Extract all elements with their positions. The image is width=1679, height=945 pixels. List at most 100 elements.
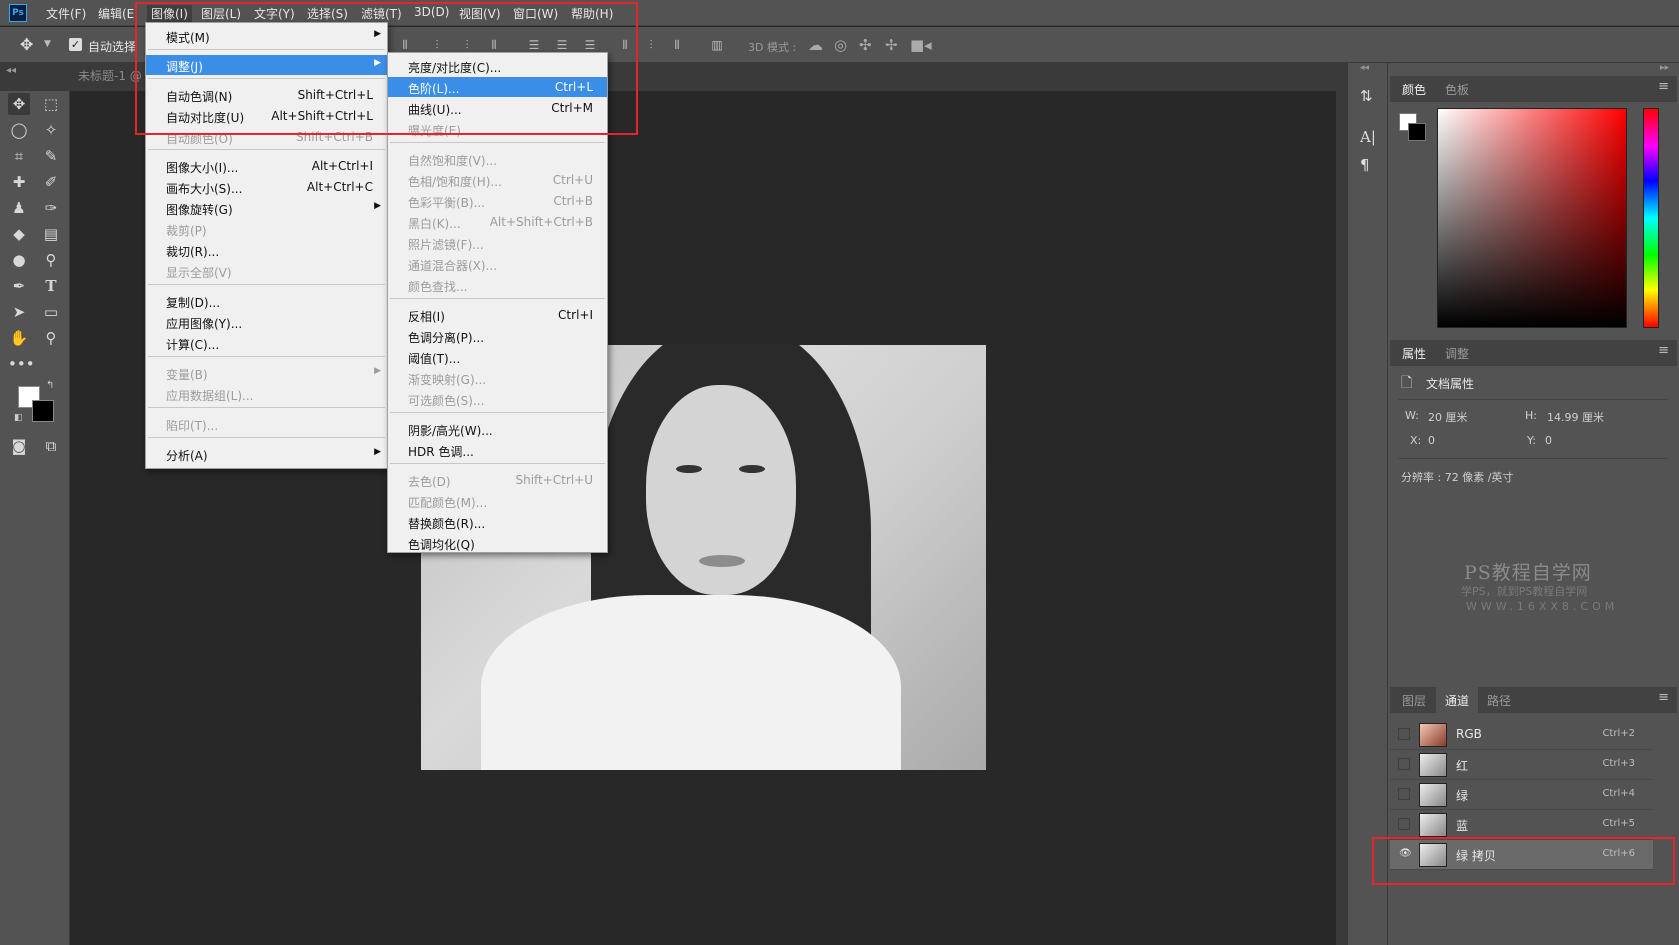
y-label: Y: — [1527, 434, 1536, 447]
history-brush-icon[interactable]: ✑ — [40, 197, 62, 219]
document-icon: 🗋 — [1401, 375, 1413, 391]
camera-3d-icon[interactable]: ■◂ — [910, 36, 932, 54]
more-tools-icon[interactable]: ••• — [8, 353, 35, 375]
height-value[interactable]: 14.99 厘米 — [1547, 409, 1604, 425]
swap-colors-icon[interactable]: ↰ — [46, 380, 54, 391]
channel-row-green[interactable]: 绿 Ctrl+4 — [1390, 780, 1653, 810]
menu-item-calculations[interactable]: 计算(C)... — [146, 333, 387, 353]
eraser-icon[interactable]: ◆ — [8, 223, 30, 245]
type-icon[interactable]: T — [40, 275, 62, 297]
menu-item-shadows-highlights[interactable]: 阴影/高光(W)... — [388, 419, 607, 439]
expand-icon[interactable]: ◂◂ — [1360, 63, 1369, 73]
character-panel-icon[interactable]: A| — [1360, 128, 1376, 146]
menu-file[interactable]: 文件(F) — [46, 5, 86, 22]
menu-separator — [390, 142, 605, 143]
hand-icon[interactable]: ✋ — [8, 327, 30, 349]
marquee-icon[interactable]: ⬚ — [40, 93, 62, 115]
path-selection-icon[interactable]: ➤ — [8, 301, 30, 323]
menu-edit[interactable]: 编辑(E — [98, 5, 134, 22]
y-value[interactable]: 0 — [1545, 434, 1552, 447]
menu-item-invert[interactable]: 反相(I) Ctrl+I — [388, 305, 607, 325]
drag-3d-icon[interactable]: ✣ — [859, 36, 872, 54]
auto-align-icon[interactable]: ▥ — [710, 38, 724, 52]
blur-icon[interactable]: ● — [8, 249, 30, 271]
clone-stamp-icon[interactable]: ♟ — [8, 197, 30, 219]
move-tool-icon[interactable]: ✥ — [20, 35, 33, 54]
menu-item-duplicate[interactable]: 复制(D)... — [146, 291, 387, 311]
menu-item-image-size[interactable]: 图像大小(I)... Alt+Ctrl+I — [146, 156, 387, 176]
menu-separator — [148, 284, 385, 285]
autoselect-checkbox[interactable]: ✓ — [69, 38, 82, 51]
tab-adjustments[interactable]: 调整 — [1445, 345, 1469, 362]
menu-item-hdr-toning[interactable]: HDR 色调... — [388, 440, 607, 460]
tab-properties[interactable]: 属性 — [1402, 345, 1426, 362]
chevron-down-icon[interactable]: ▼ — [44, 39, 51, 49]
menu-item-canvas-size[interactable]: 画布大小(S)... Alt+Ctrl+C — [146, 177, 387, 197]
healing-brush-icon[interactable]: ✚ — [8, 171, 30, 193]
menu-item-posterize[interactable]: 色调分离(P)... — [388, 326, 607, 346]
dodge-icon[interactable]: ⚲ — [40, 249, 62, 271]
document-tab[interactable]: 未标题-1 @ — [78, 67, 142, 84]
color-panel-background[interactable] — [1408, 123, 1426, 141]
channel-row-rgb[interactable]: RGB Ctrl+2 — [1390, 720, 1653, 750]
history-panel-icon[interactable]: ⇅ — [1360, 87, 1373, 105]
visibility-toggle[interactable] — [1398, 728, 1410, 740]
menu-item-trim[interactable]: 裁切(R)... — [146, 240, 387, 260]
menu-item-replace-color[interactable]: 替换颜色(R)... — [388, 512, 607, 532]
magic-wand-icon[interactable]: ✧ — [40, 119, 62, 141]
visibility-toggle[interactable] — [1398, 788, 1410, 800]
default-colors-icon[interactable]: ◧ — [14, 413, 23, 423]
channel-shortcut: Ctrl+2 — [1602, 728, 1635, 739]
collapse-dock-icon[interactable]: ▸▸ — [1660, 63, 1669, 73]
visibility-toggle[interactable] — [1398, 758, 1410, 770]
divider — [1398, 399, 1668, 400]
crop-icon[interactable]: ⌗ — [8, 145, 30, 167]
pen-icon[interactable]: ✒ — [8, 275, 30, 297]
lasso-icon[interactable]: ◯ — [8, 119, 30, 141]
x-value[interactable]: 0 — [1428, 434, 1435, 447]
background-color-swatch[interactable] — [32, 400, 54, 422]
menu-item-analysis[interactable]: 分析(A) ▶ — [146, 444, 387, 464]
orbit-3d-icon[interactable]: ☁ — [808, 36, 823, 54]
menu-item-trap: 陷印(T)... — [166, 419, 219, 433]
watermark-url: WWW.16XX8.COM — [1466, 600, 1619, 613]
height-label: H: — [1525, 409, 1537, 422]
panel-menu-icon[interactable]: ≡ — [1658, 343, 1669, 358]
paragraph-panel-icon[interactable]: ¶ — [1360, 156, 1370, 174]
menu-item-apply-image[interactable]: 应用图像(Y)... — [146, 312, 387, 332]
brush-icon[interactable]: ✐ — [40, 171, 62, 193]
tab-layers[interactable]: 图层 — [1402, 692, 1426, 709]
visibility-toggle[interactable] — [1398, 818, 1410, 830]
menu-item-threshold[interactable]: 阈值(T)... — [388, 347, 607, 367]
width-value[interactable]: 20 厘米 — [1428, 409, 1468, 425]
panel-menu-icon[interactable]: ≡ — [1658, 690, 1669, 705]
screen-mode-icon[interactable]: ⧉ — [40, 435, 62, 457]
move-icon[interactable]: ✥ — [8, 93, 30, 115]
menu-separator — [148, 407, 385, 408]
distribute-hcenter-icon[interactable]: ⫶ — [644, 38, 658, 52]
mini-dock: ◂◂ — [1348, 63, 1388, 945]
eyedropper-icon[interactable]: ✎ — [40, 145, 62, 167]
zoom-icon[interactable]: ⚲ — [40, 327, 62, 349]
menu-item-match-color: 匹配颜色(M)... — [408, 496, 488, 510]
panel-menu-icon[interactable]: ≡ — [1658, 79, 1669, 94]
quick-mask-icon[interactable]: ◙ — [8, 435, 30, 457]
channel-row-red[interactable]: 红 Ctrl+3 — [1390, 750, 1653, 780]
properties-title: 文档属性 — [1426, 377, 1475, 391]
menu-item-equalize[interactable]: 色调均化(Q) — [388, 533, 607, 553]
menu-item-image-rotation[interactable]: 图像旋转(G) ▶ — [146, 198, 387, 218]
roll-3d-icon[interactable]: ◎ — [834, 36, 847, 54]
slide-3d-icon[interactable]: ✢ — [885, 36, 898, 54]
channel-row-blue[interactable]: 蓝 Ctrl+5 — [1390, 810, 1653, 840]
tab-swatches[interactable]: 色板 — [1445, 81, 1469, 98]
menu-item-desaturate: 去色(D) Shift+Ctrl+U — [408, 473, 593, 489]
rectangle-icon[interactable]: ▭ — [40, 301, 62, 323]
gradient-icon[interactable]: ▤ — [40, 223, 62, 245]
tab-paths[interactable]: 路径 — [1487, 692, 1511, 709]
distribute-right-icon[interactable]: ⫴ — [670, 38, 684, 52]
tab-color[interactable]: 颜色 — [1402, 81, 1426, 98]
color-picker-field[interactable] — [1437, 108, 1627, 328]
tab-channels[interactable]: 通道 — [1445, 692, 1469, 709]
hue-slider[interactable] — [1643, 108, 1659, 328]
collapse-icon[interactable]: ◂◂ — [6, 65, 16, 76]
